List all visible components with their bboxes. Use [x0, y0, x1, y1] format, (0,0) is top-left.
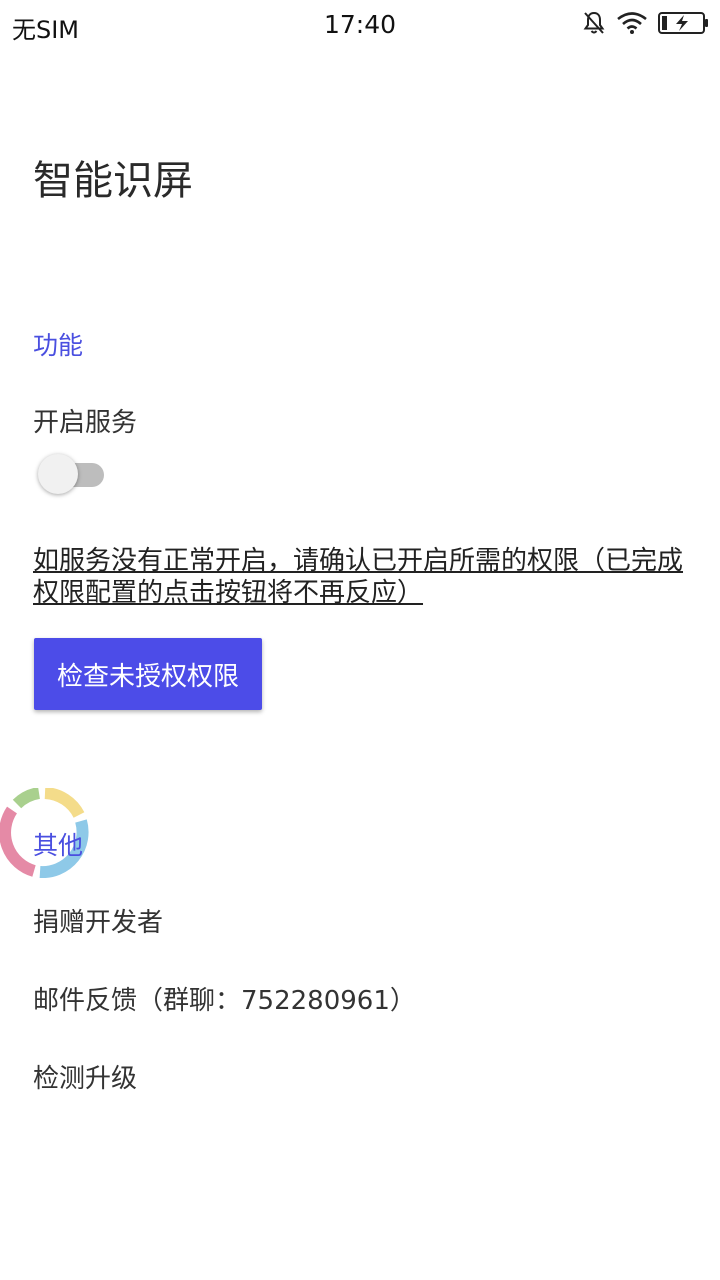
mute-bell-icon	[582, 10, 606, 40]
battery-charging-icon	[658, 11, 710, 39]
enable-service-toggle[interactable]	[36, 453, 108, 497]
permission-hint-link[interactable]: 如服务没有正常开启，请确认已开启所需的权限（已完成权限配置的点击按钮将不再反应）	[33, 545, 693, 609]
check-update-item[interactable]: 检测升级	[33, 1058, 137, 1095]
page-title: 智能识屏	[33, 158, 193, 204]
email-feedback-item[interactable]: 邮件反馈（群聊：752280961）	[33, 980, 416, 1017]
wifi-icon	[616, 11, 648, 39]
section-header-other: 其他	[33, 831, 84, 860]
status-bar: 无SIM 17:40	[0, 0, 720, 50]
toggle-thumb	[38, 454, 78, 494]
enable-service-label: 开启服务	[33, 408, 138, 438]
check-permissions-button[interactable]: 检查未授权权限	[34, 638, 262, 710]
donate-developer-item[interactable]: 捐赠开发者	[33, 902, 163, 939]
section-header-function: 功能	[33, 331, 84, 360]
status-icons	[582, 10, 710, 40]
